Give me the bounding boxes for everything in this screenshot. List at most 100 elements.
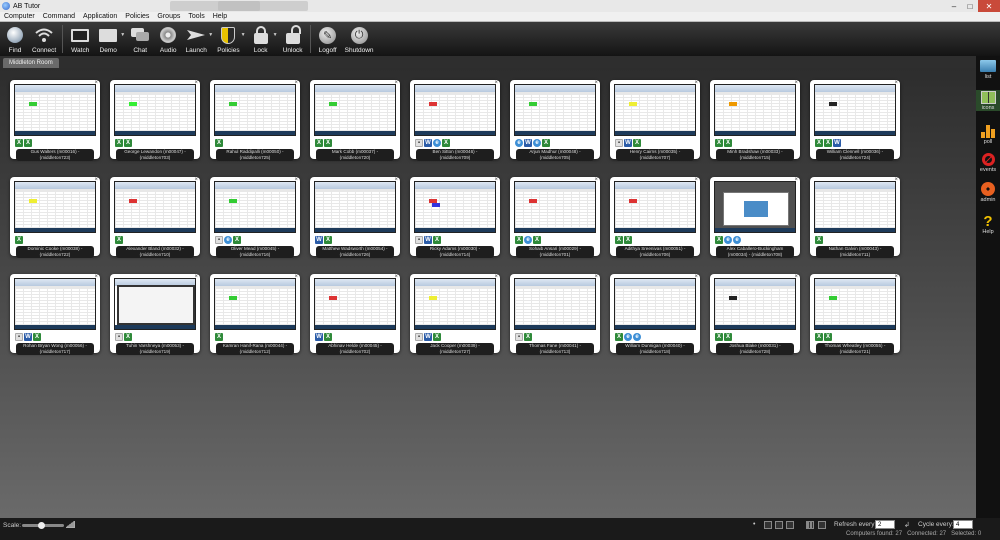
word-app-icon[interactable]: W <box>24 333 32 341</box>
cycle-toggle-icon[interactable]: ↲ <box>904 521 910 529</box>
computer-thumbnail[interactable]: × X Alexander Bland (m00032) - (middleton71… <box>110 177 200 258</box>
ie-app-icon[interactable]: e <box>733 236 741 244</box>
word-app-icon[interactable]: W <box>424 236 432 244</box>
remote-screen-preview[interactable] <box>814 84 896 136</box>
grid-view-button[interactable] <box>806 521 814 529</box>
other-app-icon[interactable]: ▪ <box>415 333 423 341</box>
excel-app-icon[interactable]: X <box>815 333 823 341</box>
refresh-interval-input[interactable]: 2 <box>875 520 895 529</box>
computer-thumbnail[interactable]: × W X Abhinav Helde (m00045) - (middleton702… <box>310 274 400 355</box>
ie-app-icon[interactable]: e <box>524 236 532 244</box>
excel-app-icon[interactable]: X <box>715 333 723 341</box>
remote-screen-preview[interactable] <box>14 181 96 233</box>
computer-thumbnail[interactable]: × X X Adithya Sreenivas (m00051) - (middleto… <box>610 177 700 258</box>
word-app-icon[interactable]: W <box>833 139 841 147</box>
computer-thumbnail[interactable]: × ▪ X Thomas Fane (m00041) - (middleton713) <box>510 274 600 355</box>
remote-screen-preview[interactable] <box>214 84 296 136</box>
sidebar-item-admin[interactable]: admin <box>976 182 1000 203</box>
other-app-icon[interactable]: ▪ <box>215 236 223 244</box>
sidebar-item-help[interactable]: ? Help <box>976 213 1000 236</box>
computer-thumbnail[interactable]: × ▪ W X Henry Cairns (m00035) - (middleton707… <box>610 80 700 161</box>
computer-thumbnail[interactable]: × X X Joshua Blake (m00031) - (middleton728) <box>710 274 800 355</box>
computer-thumbnail[interactable]: × e We X Arjun Madhur (m00048) - (middleton70… <box>510 80 600 161</box>
remote-screen-preview[interactable] <box>314 84 396 136</box>
computer-thumbnail[interactable]: × ▪ W X Ricky Adams (m00030) - (middleton714) <box>410 177 500 258</box>
excel-app-icon[interactable]: X <box>115 139 123 147</box>
lock-button[interactable]: Lock ▼ <box>250 22 278 54</box>
computer-thumbnail[interactable]: × X X Mark Cobb (m00037) - (middleton720) <box>310 80 400 161</box>
chevron-down-icon[interactable]: ▼ <box>208 32 213 38</box>
word-app-icon[interactable]: W <box>624 139 632 147</box>
other-app-icon[interactable]: ▪ <box>415 139 423 147</box>
menu-command[interactable]: Command <box>43 13 75 20</box>
sidebar-item-list[interactable]: list <box>976 59 1000 80</box>
menu-groups[interactable]: Groups <box>157 13 180 20</box>
tab-middleton-room[interactable]: Middleton Room <box>3 58 59 68</box>
computer-thumbnail[interactable]: × Xe e William Dunnigan (m00040) - (middleto… <box>610 274 700 355</box>
excel-app-icon[interactable]: X <box>324 333 332 341</box>
computer-thumbnail[interactable]: × X Nathan Galvin (m00043) - (middleton711) <box>810 177 900 258</box>
slider-thumb[interactable] <box>38 522 45 529</box>
excel-app-icon[interactable]: X <box>715 139 723 147</box>
excel-app-icon[interactable]: X <box>724 333 732 341</box>
ie-app-icon[interactable]: e <box>533 139 541 147</box>
excel-app-icon[interactable]: X <box>215 139 223 147</box>
excel-app-icon[interactable]: X <box>533 236 541 244</box>
word-app-icon[interactable]: W <box>524 139 532 147</box>
word-app-icon[interactable]: W <box>424 333 432 341</box>
excel-app-icon[interactable]: X <box>824 139 832 147</box>
remote-screen-preview[interactable] <box>714 181 796 233</box>
computer-thumbnail[interactable]: × X X Thomas Wheatley (m00055) - (middleton7… <box>810 274 900 355</box>
excel-app-icon[interactable]: X <box>324 236 332 244</box>
remote-screen-preview[interactable] <box>414 84 496 136</box>
excel-app-icon[interactable]: X <box>624 236 632 244</box>
remote-screen-preview[interactable] <box>614 181 696 233</box>
computer-thumbnail[interactable]: × ▪ X Tuhin Varshneya (m00053) - (middleton7… <box>110 274 200 355</box>
remote-screen-preview[interactable] <box>714 84 796 136</box>
remote-screen-preview[interactable] <box>114 84 196 136</box>
menu-tools[interactable]: Tools <box>188 13 204 20</box>
remote-screen-preview[interactable] <box>514 84 596 136</box>
excel-app-icon[interactable]: X <box>442 139 450 147</box>
unlock-button[interactable]: Unlock <box>282 22 304 54</box>
menu-help[interactable]: Help <box>213 13 227 20</box>
excel-app-icon[interactable]: X <box>633 139 641 147</box>
chevron-down-icon[interactable]: ▼ <box>120 32 125 38</box>
excel-app-icon[interactable]: X <box>115 236 123 244</box>
computer-thumbnail[interactable]: × ▪ W X Jack Cooper (m00039) - (middleton727) <box>410 274 500 355</box>
computer-thumbnail[interactable]: × X X George Lewandon (m00047) - (middleton7… <box>110 80 200 161</box>
view-double-button[interactable] <box>775 521 783 529</box>
excel-app-icon[interactable]: X <box>33 333 41 341</box>
computer-thumbnail[interactable]: × X Dominic Cooke (m00038) - (middleton722) <box>10 177 100 258</box>
excel-app-icon[interactable]: X <box>124 333 132 341</box>
menu-policies[interactable]: Policies <box>125 13 149 20</box>
remote-screen-preview[interactable] <box>314 278 396 330</box>
excel-app-icon[interactable]: X <box>233 236 241 244</box>
chevron-down-icon[interactable]: ▼ <box>241 32 246 38</box>
computer-thumbnail[interactable]: × X Rahul Raddipalli (m00050) - (middleton7… <box>210 80 300 161</box>
excel-app-icon[interactable]: X <box>524 333 532 341</box>
sidebar-item-icons[interactable]: icons <box>976 90 1000 111</box>
remote-screen-preview[interactable] <box>614 278 696 330</box>
excel-app-icon[interactable]: X <box>715 236 723 244</box>
excel-app-icon[interactable]: X <box>824 333 832 341</box>
computer-thumbnail[interactable]: × ▪ We X Ben Sitton (m00046) - (middleton709) <box>410 80 500 161</box>
close-button[interactable]: ✕ <box>978 0 1000 12</box>
remote-screen-preview[interactable] <box>514 278 596 330</box>
chat-button[interactable]: Chat <box>129 22 151 54</box>
excel-app-icon[interactable]: X <box>815 236 823 244</box>
chevron-down-icon[interactable]: ▼ <box>273 32 278 38</box>
sidebar-item-poll[interactable]: poll <box>976 124 1000 145</box>
logoff-button[interactable]: ✎ Logoff <box>317 22 339 54</box>
excel-app-icon[interactable]: X <box>433 333 441 341</box>
policies-button[interactable]: Policies ▼ <box>217 22 246 54</box>
ie-app-icon[interactable]: e <box>724 236 732 244</box>
computer-thumbnail[interactable]: × ▪ W X Rohan Bryan Wong (m00056) - (middleto… <box>10 274 100 355</box>
record-dot-icon[interactable]: • <box>753 521 755 528</box>
computer-thumbnail[interactable]: × W X Matthew Wadsworth (m00054) - (middleto… <box>310 177 400 258</box>
find-button[interactable]: Find <box>4 22 26 54</box>
computer-thumbnail[interactable]: × X X W William Clennell (m00036) - (middleto… <box>810 80 900 161</box>
view-large-button[interactable] <box>786 521 794 529</box>
computer-thumbnail[interactable]: × X X Gus Walters (m00016) - (middleton723) <box>10 80 100 161</box>
ie-app-icon[interactable]: e <box>224 236 232 244</box>
